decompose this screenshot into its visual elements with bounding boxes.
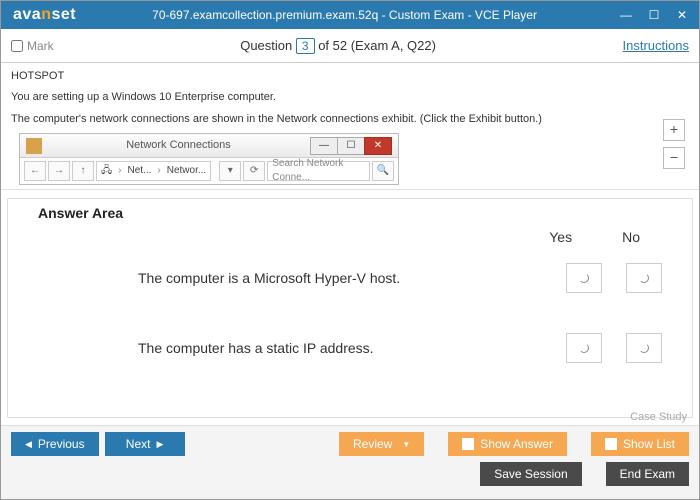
answer-2-no[interactable] (626, 333, 662, 363)
exhibit-minimize-button[interactable]: — (310, 137, 338, 155)
nav-refresh-button[interactable]: ⟳ (243, 161, 265, 181)
zoom-out-button[interactable]: − (663, 147, 685, 169)
zoom-in-button[interactable]: + (663, 119, 685, 141)
window-controls: — ☐ ✕ (613, 5, 695, 25)
mark-checkbox[interactable]: Mark (11, 39, 54, 53)
case-study-label: Case Study (630, 411, 687, 423)
question-line-3: The computer's network connections are s… (11, 112, 689, 127)
nav-back-button[interactable]: ← (24, 161, 46, 181)
exhibit-titlebar: Network Connections — ☐ ✕ (20, 134, 398, 158)
exhibit-close-button[interactable]: ✕ (364, 137, 392, 155)
answer-2-yes[interactable] (566, 333, 602, 363)
answer-row: The computer has a static IP address. (38, 333, 662, 363)
answer-header-row: Yes No (38, 229, 662, 245)
question-number: 3 (296, 38, 315, 54)
network-icon: 🖧 (101, 164, 112, 178)
app-logo: avanset (13, 6, 76, 24)
nav-forward-button[interactable]: → (48, 161, 70, 181)
footer: Previous Next Review Show Answer Show Li… (1, 425, 699, 499)
show-list-button[interactable]: Show List (591, 432, 689, 456)
mark-checkbox-input[interactable] (11, 40, 23, 52)
answer-row: The computer is a Microsoft Hyper-V host… (38, 263, 662, 293)
question-line-1: HOTSPOT (11, 69, 689, 84)
answer-question-1: The computer is a Microsoft Hyper-V host… (38, 270, 542, 286)
show-answer-checkbox[interactable] (462, 438, 474, 450)
titlebar: avanset 70-697.examcollection.premium.ex… (1, 1, 699, 29)
review-button[interactable]: Review (339, 432, 424, 456)
question-indicator: Question 3 of 52 (Exam A, Q22) (54, 38, 623, 54)
question-bar: Mark Question 3 of 52 (Exam A, Q22) Inst… (1, 29, 699, 63)
folder-icon (26, 138, 42, 154)
exhibit-window: Network Connections — ☐ ✕ ← → ↑ 🖧 Net...… (19, 133, 399, 185)
mark-label: Mark (27, 39, 54, 53)
nav-dropdown-button[interactable]: ▾ (219, 161, 241, 181)
breadcrumb[interactable]: 🖧 Net... Networ... (96, 161, 211, 181)
show-list-checkbox[interactable] (605, 438, 617, 450)
maximize-button[interactable]: ☐ (641, 5, 667, 25)
header-no: No (622, 229, 640, 245)
previous-button[interactable]: Previous (11, 432, 99, 456)
next-button[interactable]: Next (105, 432, 185, 456)
minimize-button[interactable]: — (613, 5, 639, 25)
answer-1-yes[interactable] (566, 263, 602, 293)
instructions-link[interactable]: Instructions (623, 38, 689, 53)
exhibit-maximize-button[interactable]: ☐ (337, 137, 365, 155)
answer-1-no[interactable] (626, 263, 662, 293)
exhibit-search-input[interactable]: Search Network Conne... (267, 161, 370, 181)
question-text: HOTSPOT You are setting up a Windows 10 … (1, 63, 699, 190)
answer-area: Answer Area Yes No The computer is a Mic… (7, 198, 693, 418)
end-exam-button[interactable]: End Exam (606, 462, 689, 486)
answer-area-title: Answer Area (38, 205, 662, 221)
zoom-controls: + − (663, 119, 685, 169)
save-session-button[interactable]: Save Session (480, 462, 581, 486)
exhibit-nav: ← → ↑ 🖧 Net... Networ... ▾ ⟳ Search Netw… (20, 158, 398, 184)
content-area: HOTSPOT You are setting up a Windows 10 … (1, 63, 699, 425)
nav-up-button[interactable]: ↑ (72, 161, 94, 181)
search-icon[interactable]: 🔍 (372, 161, 394, 181)
answer-question-2: The computer has a static IP address. (38, 340, 542, 356)
close-button[interactable]: ✕ (669, 5, 695, 25)
header-yes: Yes (549, 229, 572, 245)
question-line-2: You are setting up a Windows 10 Enterpri… (11, 90, 689, 105)
show-answer-button[interactable]: Show Answer (448, 432, 567, 456)
window-title: 70-697.examcollection.premium.exam.52q -… (76, 8, 613, 22)
exhibit-title: Network Connections (46, 138, 311, 153)
